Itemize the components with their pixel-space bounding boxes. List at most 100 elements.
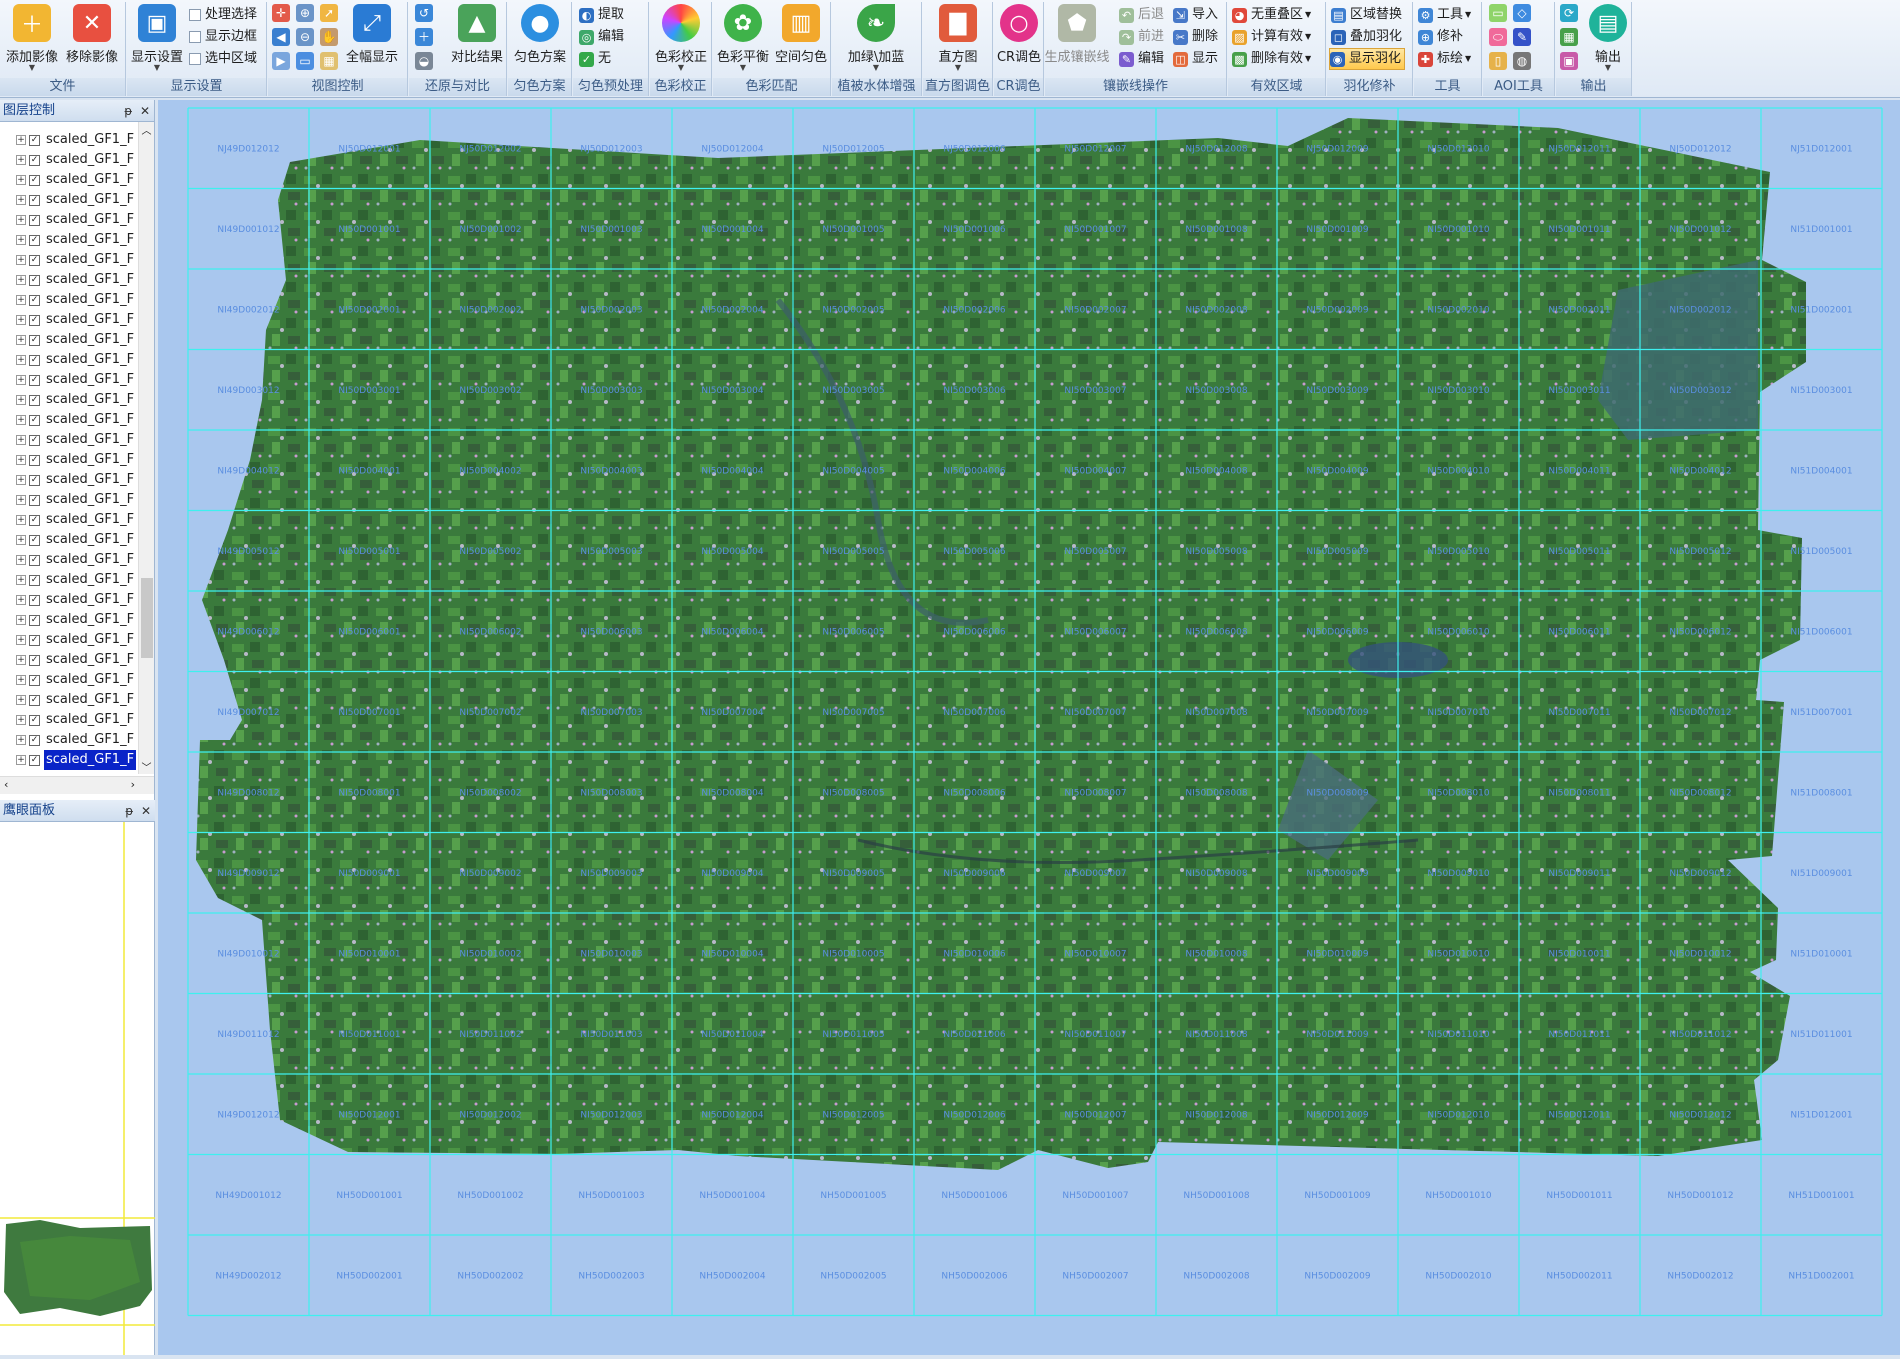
expand-icon[interactable]: + <box>16 315 26 325</box>
expand-icon[interactable]: + <box>16 255 26 265</box>
display-settings-button[interactable]: ▣ 显示设置 ▼ <box>129 4 185 72</box>
checkbox-box[interactable] <box>189 53 201 65</box>
compare-result-button[interactable]: ▲ 对比结果 <box>449 4 505 65</box>
repair-button[interactable]: ⊕ 修补 <box>1418 26 1463 48</box>
layer-item[interactable]: + ✓ scaled_GF1_F <box>0 390 154 410</box>
zoom-in-icon[interactable]: ⊕ <box>296 4 314 22</box>
layer-visible-checkbox[interactable]: ✓ <box>29 714 40 726</box>
layer-visible-checkbox[interactable]: ✓ <box>29 734 40 746</box>
layer-visible-checkbox[interactable]: ✓ <box>29 134 40 146</box>
dodge-scheme-button[interactable]: ● 匀色方案 <box>512 4 568 65</box>
tools-button[interactable]: ⚙ 工具 ▼ <box>1418 4 1471 26</box>
region-replace-button[interactable]: ▤ 区域替换 <box>1331 4 1402 26</box>
aoi-polygon-icon[interactable]: ◇ <box>1513 4 1531 22</box>
expand-icon[interactable]: + <box>16 195 26 205</box>
layer-item[interactable]: + ✓ scaled_GF1_F <box>0 630 154 650</box>
close-icon[interactable]: ✕ <box>141 804 151 818</box>
layer-visible-checkbox[interactable]: ✓ <box>29 534 40 546</box>
layer-visible-checkbox[interactable]: ✓ <box>29 414 40 426</box>
layer-item[interactable]: + ✓ scaled_GF1_F <box>0 550 154 570</box>
expand-icon[interactable]: + <box>16 635 26 645</box>
expand-icon[interactable]: + <box>16 155 26 165</box>
image-icon[interactable]: ▣ <box>1560 52 1578 70</box>
layer-item[interactable]: + ✓ scaled_GF1_F <box>0 650 154 670</box>
scrollbar-thumb[interactable] <box>141 578 153 658</box>
layer-item[interactable]: + ✓ scaled_GF1_F <box>0 130 154 150</box>
add-circle-icon[interactable]: ＋ <box>415 28 433 46</box>
layer-visible-checkbox[interactable]: ✓ <box>29 594 40 606</box>
layer-item[interactable]: + ✓ scaled_GF1_F <box>0 530 154 550</box>
layer-visible-checkbox[interactable]: ✓ <box>29 614 40 626</box>
select-pointer-icon[interactable]: ➚ <box>320 4 338 22</box>
layer-visible-checkbox[interactable]: ✓ <box>29 674 40 686</box>
layer-tree[interactable]: + ✓ scaled_GF1_F + ✓ scaled_GF1_F + ✓ scaled_GF1… <box>0 122 154 794</box>
expand-icon[interactable]: + <box>16 675 26 685</box>
layer-visible-checkbox[interactable]: ✓ <box>29 554 40 566</box>
mosaic-view[interactable]: NJ49D012012 NJ50D012001 NJ50D012002 NJ50D01… <box>158 100 1900 1355</box>
veg-enhance-button[interactable]: ❧ 加绿\加蓝 ▼ <box>848 4 904 72</box>
layers-icon[interactable]: ▦ <box>1560 28 1578 46</box>
expand-icon[interactable]: + <box>16 475 26 485</box>
layer-item[interactable]: + ✓ scaled_GF1_F <box>0 430 154 450</box>
show-border-checkbox[interactable]: 显示边框 <box>189 26 257 48</box>
back-arrow-icon[interactable]: ◀ <box>272 28 290 46</box>
refresh-icon[interactable]: ⟳ <box>1560 4 1578 22</box>
expand-icon[interactable]: + <box>16 135 26 145</box>
layer-visible-checkbox[interactable]: ✓ <box>29 254 40 266</box>
color-correct-button[interactable]: 色彩校正 ▼ <box>653 4 709 72</box>
layer-visible-checkbox[interactable]: ✓ <box>29 334 40 346</box>
process-select-checkbox[interactable]: 处理选择 <box>189 4 257 26</box>
seam-forward-button[interactable]: ↷ 前进 <box>1119 26 1164 48</box>
paint-bucket-icon[interactable]: ◒ <box>415 52 433 70</box>
layer-item[interactable]: + ✓ scaled_GF1_F <box>0 330 154 350</box>
layer-item[interactable]: + ✓ scaled_GF1_F <box>0 590 154 610</box>
restore-icon[interactable]: ↺ <box>415 4 433 22</box>
expand-icon[interactable]: + <box>16 435 26 445</box>
layer-item[interactable]: + ✓ scaled_GF1_F <box>0 250 154 270</box>
layer-item[interactable]: + ✓ scaled_GF1_F <box>0 270 154 290</box>
add-image-button[interactable]: ＋ 添加影像 ▼ <box>4 4 60 72</box>
rect-select-icon[interactable]: ▭ <box>296 52 314 70</box>
edit-button[interactable]: ◎ 编辑 <box>579 26 624 48</box>
layer-item[interactable]: + ✓ scaled_GF1_F <box>0 670 154 690</box>
expand-icon[interactable]: + <box>16 555 26 565</box>
layer-visible-checkbox[interactable]: ✓ <box>29 174 40 186</box>
calc-valid-button[interactable]: ▨ 计算有效 ▼ <box>1232 26 1311 48</box>
aoi-fill-icon[interactable]: ◍ <box>1513 52 1531 70</box>
layer-visible-checkbox[interactable]: ✓ <box>29 194 40 206</box>
layer-visible-checkbox[interactable]: ✓ <box>29 494 40 506</box>
close-icon[interactable]: ✕ <box>140 104 150 118</box>
seam-back-button[interactable]: ↶ 后退 <box>1119 4 1164 26</box>
overview-map[interactable] <box>0 822 155 1355</box>
layer-item[interactable]: + ✓ scaled_GF1_F <box>0 310 154 330</box>
table-icon[interactable]: ▦ <box>320 52 338 70</box>
expand-icon[interactable]: + <box>16 275 26 285</box>
aoi-ellipse-icon[interactable]: ⬭ <box>1489 28 1507 46</box>
expand-icon[interactable]: + <box>16 395 26 405</box>
zoom-out-icon[interactable]: ⊖ <box>296 28 314 46</box>
layer-item[interactable]: + ✓ scaled_GF1_F <box>0 570 154 590</box>
layer-visible-checkbox[interactable]: ✓ <box>29 694 40 706</box>
aoi-rect-icon[interactable]: ▭ <box>1489 4 1507 22</box>
expand-icon[interactable]: + <box>16 215 26 225</box>
extract-button[interactable]: ◐ 提取 <box>579 4 624 26</box>
layer-visible-checkbox[interactable]: ✓ <box>29 274 40 286</box>
cr-button[interactable]: ○ CR调色 <box>991 4 1047 65</box>
seam-show-button[interactable]: ◫ 显示 <box>1173 48 1218 70</box>
output-button[interactable]: ▤ 输出 ▼ <box>1580 4 1636 72</box>
seam-edit-button[interactable]: ✎ 编辑 <box>1119 48 1164 70</box>
pan-hand-icon[interactable]: ✋ <box>320 28 338 46</box>
horizontal-scrollbar[interactable]: ‹ › <box>0 776 154 794</box>
expand-icon[interactable]: + <box>16 355 26 365</box>
layer-visible-checkbox[interactable]: ✓ <box>29 154 40 166</box>
expand-icon[interactable]: + <box>16 655 26 665</box>
layer-visible-checkbox[interactable]: ✓ <box>29 234 40 246</box>
layer-visible-checkbox[interactable]: ✓ <box>29 474 40 486</box>
layer-item[interactable]: + ✓ scaled_GF1_F <box>0 370 154 390</box>
layer-visible-checkbox[interactable]: ✓ <box>29 634 40 646</box>
expand-icon[interactable]: + <box>16 615 26 625</box>
expand-icon[interactable]: + <box>16 735 26 745</box>
layer-visible-checkbox[interactable]: ✓ <box>29 574 40 586</box>
locate-icon[interactable]: ✛ <box>272 4 290 22</box>
expand-icon[interactable]: + <box>16 515 26 525</box>
